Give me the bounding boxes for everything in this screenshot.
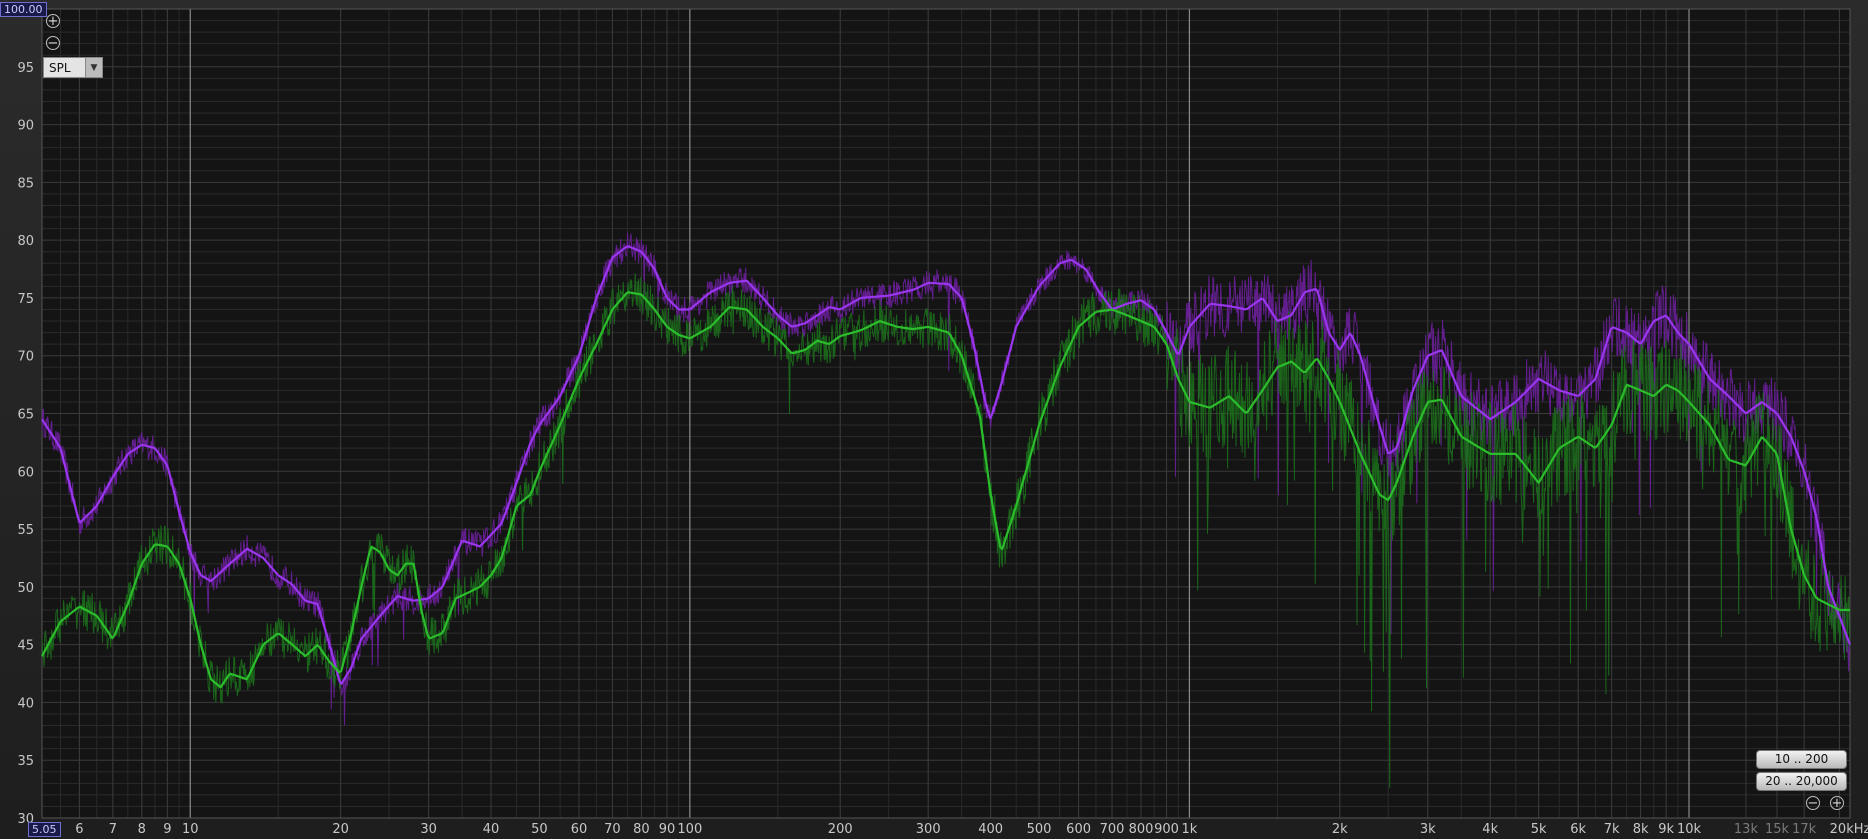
y-tick-label: 60	[17, 465, 34, 480]
y-tick-label: 45	[17, 639, 34, 654]
x-tick-label: 5k	[1531, 822, 1547, 837]
x-tick-label: 9	[163, 822, 171, 837]
y-tick-label: 90	[17, 119, 34, 134]
x-tick-label: 80	[633, 822, 650, 837]
y-tick-label: 40	[17, 696, 34, 711]
y-axis-max-value[interactable]: 100.00	[0, 2, 47, 17]
x-tick-label: 70	[604, 822, 621, 837]
x-tick-label: 15k	[1765, 822, 1790, 837]
x-tick-label: 600	[1066, 822, 1091, 837]
spl-dropdown-label: SPL	[49, 60, 71, 75]
x-tick-label: 3k	[1420, 822, 1436, 837]
x-tick-label: 17k	[1792, 822, 1817, 837]
x-tick-label: 8	[138, 822, 146, 837]
x-tick-label: 13k	[1734, 822, 1759, 837]
range-10-200-button[interactable]: 10 .. 200	[1756, 750, 1847, 769]
x-tick-label: 8k	[1633, 822, 1649, 837]
y-tick-label: 85	[17, 176, 34, 191]
zoom-out-x-icon[interactable]: −	[1806, 796, 1820, 810]
x-tick-label: 10	[182, 822, 199, 837]
x-axis-min-value[interactable]: 5.05	[28, 822, 61, 837]
x-tick-label: 2k	[1332, 822, 1348, 837]
zoom-in-x-icon[interactable]: +	[1830, 796, 1844, 810]
x-tick-label: 200	[828, 822, 853, 837]
frequency-response-chart[interactable]: 30354045505560657075808590956 7 8 9 10 20 30 40…	[0, 0, 1868, 839]
x-tick-label: 30	[420, 822, 437, 837]
y-tick-label: 95	[17, 61, 34, 76]
x-tick-label: 40	[483, 822, 500, 837]
zoom-out-y-icon[interactable]: −	[46, 36, 60, 50]
x-tick-label: 50	[531, 822, 548, 837]
y-tick-label: 75	[17, 292, 34, 307]
x-tick-label: 300	[916, 822, 941, 837]
y-tick-label: 50	[17, 581, 34, 596]
x-tick-label: 1k	[1182, 822, 1198, 837]
x-tick-label: 500	[1027, 822, 1052, 837]
x-tick-label: 20	[332, 822, 349, 837]
x-tick-label: 800	[1129, 822, 1154, 837]
y-tick-label: 35	[17, 754, 34, 769]
y-tick-label: 80	[17, 234, 34, 249]
x-tick-label: 7k	[1604, 822, 1620, 837]
rew-graph-panel: 30 35 40 45 50 55 60 65 70 75 80 85 90 95 6 7 8 9 10 20 30 40…	[0, 0, 1868, 839]
x-tick-label: 10k	[1677, 822, 1702, 837]
zoom-in-y-icon[interactable]: +	[46, 14, 60, 28]
y-tick-label: 55	[17, 523, 34, 538]
x-tick-label: 6k	[1570, 822, 1586, 837]
x-tick-label: 400	[978, 822, 1003, 837]
range-20-20000-button[interactable]: 20 .. 20,000	[1756, 772, 1847, 791]
chevron-down-icon[interactable]: ▼	[85, 58, 102, 77]
spl-dropdown[interactable]: SPL ▼	[43, 57, 103, 78]
x-tick-label: 7	[109, 822, 117, 837]
y-tick-label: 70	[17, 350, 34, 365]
x-tick-label: 4k	[1482, 822, 1498, 837]
y-tick-label: 65	[17, 408, 34, 423]
x-tick-label: 9k	[1658, 822, 1674, 837]
x-tick-label: 20kHz	[1830, 822, 1868, 837]
x-tick-label: 900	[1154, 822, 1179, 837]
x-tick-label: 60	[571, 822, 588, 837]
x-tick-label: 90	[659, 822, 676, 837]
x-tick-label: 100	[677, 822, 702, 837]
x-tick-label: 700	[1100, 822, 1125, 837]
x-tick-label: 6	[75, 822, 83, 837]
